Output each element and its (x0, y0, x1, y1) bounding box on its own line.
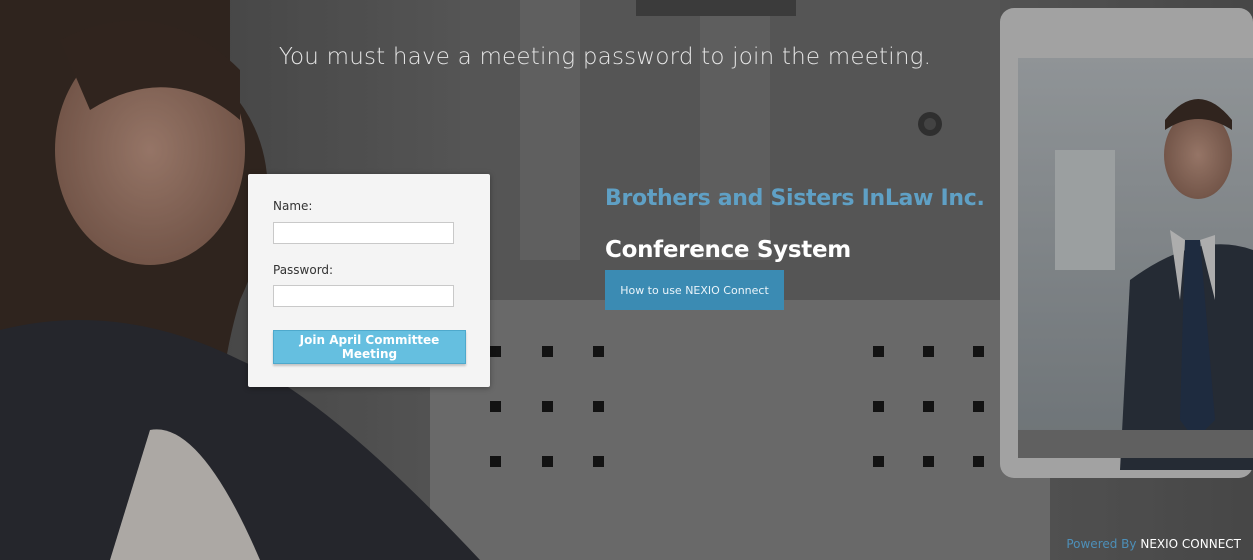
powered-by-label: Powered By (1066, 537, 1137, 551)
system-title: Conference System (605, 237, 851, 263)
name-input[interactable] (273, 222, 454, 244)
company-name: Brothers and Sisters InLaw Inc. (605, 186, 985, 211)
powered-by-brand: NEXIO CONNECT (1140, 537, 1241, 551)
powered-by: Powered By NEXIO CONNECT (1066, 537, 1241, 551)
name-label: Name: (273, 199, 313, 213)
login-form: Name: Password: Join April Committee Mee… (248, 174, 490, 387)
how-to-use-button[interactable]: How to use NEXIO Connect (605, 270, 784, 310)
join-meeting-button[interactable]: Join April Committee Meeting (273, 330, 466, 364)
password-required-message: You must have a meeting password to join… (278, 44, 932, 70)
password-label: Password: (273, 263, 334, 277)
password-input[interactable] (273, 285, 454, 307)
